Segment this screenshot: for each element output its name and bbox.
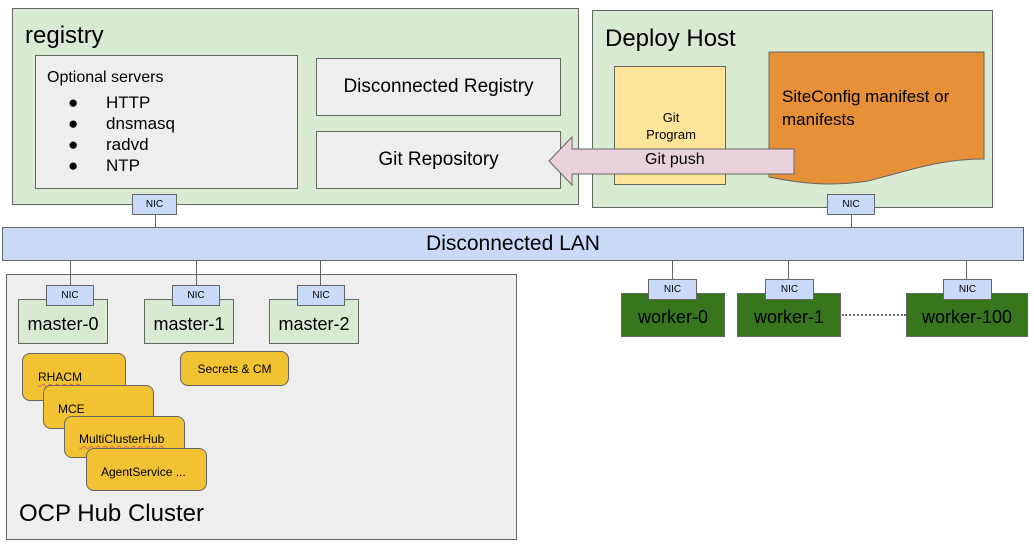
git-push-label: Git push (645, 151, 705, 168)
siteconfig-label: SiteConfig manifest or manifests (782, 87, 950, 129)
master-nic: NIC (172, 285, 220, 306)
master-nic: NIC (297, 285, 345, 306)
secrets-cm-box: Secrets & CM (180, 351, 289, 386)
bullet-icon: ● (68, 156, 79, 175)
bullet-icon: ● (68, 135, 79, 154)
deploy-host-nic: NIC (827, 194, 875, 215)
deploy-host-title: Deploy Host (605, 25, 736, 52)
master-1-link (196, 261, 197, 286)
bullet-icon: ● (68, 93, 79, 112)
bullet-icon: ● (68, 114, 79, 133)
worker-nic: NIC (943, 279, 992, 300)
worker-1-link (788, 261, 789, 281)
lan-label: Disconnected LAN (426, 232, 600, 255)
optional-servers-box: Optional servers ● HTTP ● dnsmasq ● radvd ●… (35, 55, 298, 189)
git-repository-box: Git Repository (316, 131, 561, 189)
operator-agentservice: AgentService ... (86, 448, 207, 491)
worker-0-link (672, 261, 673, 281)
registry-nic: NIC (132, 194, 177, 215)
git-repository-label: Git Repository (378, 149, 499, 170)
optional-server-item: ● HTTP ● dnsmasq ● radvd ● NTP (68, 93, 175, 175)
registry-lan-link (155, 215, 156, 227)
hub-cluster-title: OCP Hub Cluster (19, 500, 204, 527)
deploy-host-lan-link (851, 215, 852, 227)
disconnected-registry-label: Disconnected Registry (343, 76, 534, 97)
worker-nic: NIC (648, 279, 697, 300)
master-nic: NIC (46, 285, 94, 306)
worker-100-link (966, 261, 967, 281)
worker-ellipsis-dots (842, 314, 906, 316)
disconnected-lan: Disconnected LAN (2, 227, 1024, 261)
disconnected-registry-box: Disconnected Registry (316, 58, 561, 116)
worker-nic: NIC (765, 279, 814, 300)
registry-title: registry (25, 22, 104, 49)
secrets-cm-label: Secrets & CM (197, 361, 272, 376)
optional-servers-heading: Optional servers (47, 69, 164, 86)
master-0-link (70, 261, 71, 286)
master-2-link (320, 261, 321, 286)
